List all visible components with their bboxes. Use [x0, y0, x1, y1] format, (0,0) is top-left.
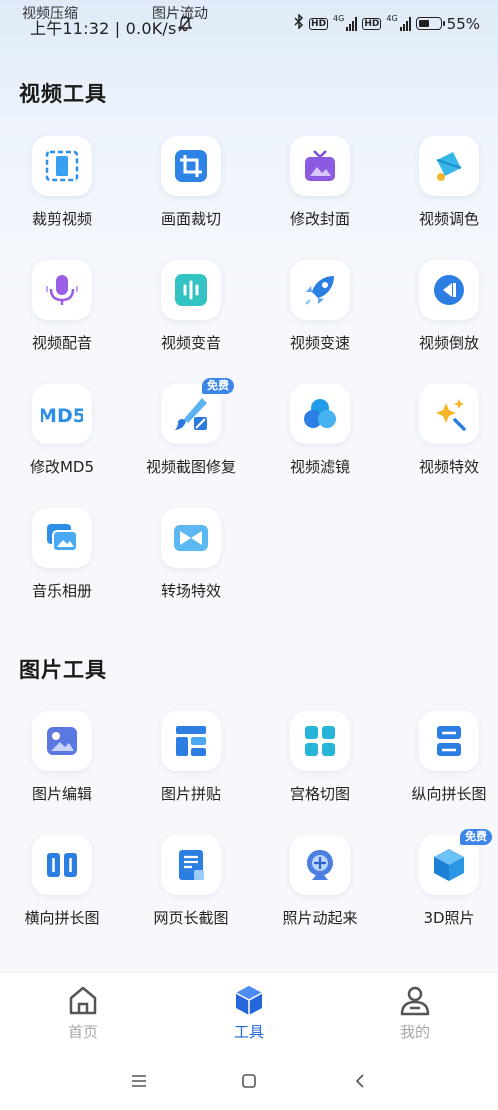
- nav-label: 首页: [67, 1023, 98, 1041]
- hd-badge-2: HD: [362, 17, 382, 30]
- free-badge: 免费: [202, 378, 234, 394]
- notification-off-icon: [177, 16, 193, 36]
- home-square-icon[interactable]: [236, 1068, 262, 1094]
- tool-label: 画面裁切: [160, 210, 221, 228]
- tv-cover-icon: [290, 136, 350, 196]
- rocket-icon: [290, 260, 350, 320]
- tool-label: 转场特效: [160, 582, 221, 600]
- tool-label: 纵向拼长图: [411, 785, 487, 803]
- tool-label: 裁剪视频: [31, 210, 92, 228]
- tool-magic-wand[interactable]: 视频特效: [387, 384, 498, 494]
- battery-icon: [415, 17, 445, 30]
- tool-label: 照片动起来: [282, 909, 358, 927]
- tool-cube-3d[interactable]: 免费 3D照片: [387, 829, 498, 945]
- back-icon[interactable]: [347, 1068, 373, 1094]
- tool-vertical-stitch[interactable]: 纵向拼长图: [387, 711, 498, 821]
- hd-badge: HD: [309, 17, 329, 30]
- tool-horizontal-stitch[interactable]: 横向拼长图: [0, 835, 124, 945]
- tool-collage[interactable]: 图片拼贴: [129, 711, 253, 821]
- tool-photo-album[interactable]: 音乐相册: [0, 508, 124, 618]
- tool-film-crop[interactable]: 裁剪视频: [0, 136, 124, 246]
- system-navigation-bar: [0, 1052, 498, 1110]
- bluetooth-icon: [294, 13, 304, 33]
- status-icons: HD 4G HD 4G 55%: [294, 13, 480, 33]
- tool-label: 修改封面: [289, 210, 350, 228]
- tool-label: 视频倒放: [418, 334, 479, 352]
- signal-icon: [346, 16, 358, 31]
- tool-tv-cover[interactable]: 修改封面: [258, 136, 382, 246]
- image-tools-grid: 图片编辑 图片拼贴 宫格切图 纵向拼长图横向拼长图 网页长截图 照片动起来 免费 3D照片: [0, 711, 498, 961]
- tool-label: 视频变速: [289, 334, 350, 352]
- network-type-1: 4G: [333, 14, 345, 23]
- status-time-speed: 上午11:32 | 0.0K/s: [30, 19, 177, 38]
- tool-rewind[interactable]: 视频倒放: [387, 260, 498, 370]
- tool-label: 横向拼长图: [24, 909, 100, 927]
- magic-wand-icon: [419, 384, 479, 444]
- tool-audio-wave[interactable]: 视频变音: [129, 260, 253, 370]
- rewind-icon: [419, 260, 479, 320]
- user-icon: [398, 983, 432, 1017]
- toolbox-cube-icon: [232, 983, 266, 1017]
- tool-label: 3D照片: [423, 909, 475, 927]
- network-type-2: 4G: [386, 14, 398, 23]
- tool-image-edit[interactable]: 图片编辑: [0, 711, 124, 821]
- tool-label: 图片拼贴: [160, 785, 221, 803]
- tool-brush-repair[interactable]: 免费视频截图修复: [129, 378, 253, 494]
- nav-label: 工具: [233, 1023, 264, 1041]
- tool-label: 视频滤镜: [289, 458, 350, 476]
- md5-icon: MD5: [32, 384, 92, 444]
- tool-label: 视频变音: [160, 334, 221, 352]
- nav-item-home[interactable]: 首页: [0, 973, 166, 1052]
- free-badge: 免费: [460, 829, 492, 845]
- signal-icon-2: [399, 16, 411, 31]
- tool-animate-photo[interactable]: 照片动起来: [258, 835, 382, 945]
- tool-transition[interactable]: 转场特效: [129, 508, 253, 618]
- nav-label: 我的: [399, 1023, 430, 1041]
- collage-icon: [161, 711, 221, 771]
- status-bar: 视频压缩 图片流动 上午11:32 | 0.0K/s HD 4G HD 4G 5…: [0, 0, 498, 48]
- nav-item-user[interactable]: 我的: [332, 973, 498, 1052]
- transition-icon: [161, 508, 221, 568]
- audio-wave-icon: [161, 260, 221, 320]
- tool-label: 音乐相册: [31, 582, 92, 600]
- tool-filter-circles[interactable]: 视频滤镜: [258, 384, 382, 494]
- nav-item-toolbox-cube[interactable]: 工具: [166, 973, 332, 1052]
- tool-md5[interactable]: MD5 修改MD5: [0, 384, 124, 494]
- tool-label: 修改MD5: [29, 458, 95, 476]
- horizontal-stitch-icon: [32, 835, 92, 895]
- tool-label: 视频调色: [418, 210, 479, 228]
- grid-cut-icon: [290, 711, 350, 771]
- tool-grid-cut[interactable]: 宫格切图: [258, 711, 382, 821]
- tool-web-screenshot[interactable]: 网页长截图: [129, 835, 253, 945]
- bottom-navigation: 首页 工具 我的: [0, 972, 498, 1052]
- home-icon: [66, 983, 100, 1017]
- paint-bucket-icon: [419, 136, 479, 196]
- menu-icon[interactable]: [126, 1068, 152, 1094]
- microphone-icon: [32, 260, 92, 320]
- tool-paint-bucket[interactable]: 视频调色: [387, 136, 498, 246]
- tool-label: 网页长截图: [153, 909, 229, 927]
- video-tools-grid: 裁剪视频 画面裁切 修改封面 视频调色视频配音 视频变音 视频变速 视频倒放 MD5 修改MD5…: [0, 136, 498, 616]
- tool-label: 图片编辑: [31, 785, 92, 803]
- tool-rocket[interactable]: 视频变速: [258, 260, 382, 370]
- tool-crop[interactable]: 画面裁切: [129, 136, 253, 246]
- video-tools-title: 视频工具: [19, 82, 107, 106]
- crop-icon: [161, 136, 221, 196]
- tool-label: 宫格切图: [289, 785, 350, 803]
- tool-microphone[interactable]: 视频配音: [0, 260, 124, 370]
- animate-photo-icon: [290, 835, 350, 895]
- tool-label: 视频配音: [31, 334, 92, 352]
- filter-circles-icon: [290, 384, 350, 444]
- tool-label: 视频截图修复: [145, 458, 236, 476]
- battery-percent: 55%: [446, 14, 480, 33]
- svg-text:MD5: MD5: [41, 405, 83, 427]
- image-tools-title: 图片工具: [19, 658, 107, 682]
- image-edit-icon: [32, 711, 92, 771]
- vertical-stitch-icon: [419, 711, 479, 771]
- web-screenshot-icon: [161, 835, 221, 895]
- photo-album-icon: [32, 508, 92, 568]
- tool-label: 视频特效: [418, 458, 479, 476]
- film-crop-icon: [32, 136, 92, 196]
